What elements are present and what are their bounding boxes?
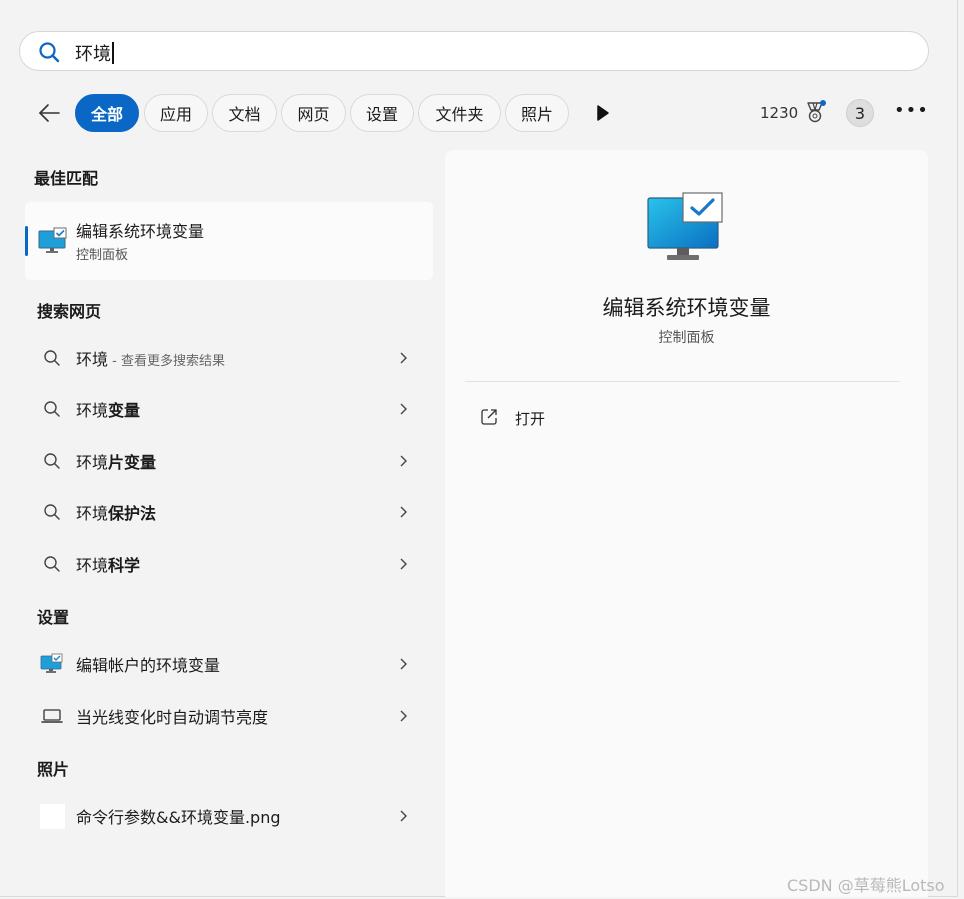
filter-chip-apps[interactable]: 应用 xyxy=(144,94,208,132)
photo-item[interactable]: 命令行参数&&环境变量.png xyxy=(25,792,433,840)
photo-item-label: 命令行参数&&环境变量.png xyxy=(76,808,281,827)
monitor-settings-icon xyxy=(40,653,63,673)
web-search-item[interactable]: 环境片变量 xyxy=(25,437,433,485)
query-text: 环境 xyxy=(76,401,109,420)
arrow-left-icon[interactable] xyxy=(36,100,62,126)
filter-chip-documents[interactable]: 文档 xyxy=(212,94,277,132)
suggestion-bold-text: 片变量 xyxy=(108,453,157,472)
chevron-right-icon xyxy=(400,506,407,518)
search-icon xyxy=(44,350,60,366)
best-match-item[interactable]: 编辑系统环境变量 控制面板 xyxy=(25,202,433,280)
settings-item-label: 编辑帐户的环境变量 xyxy=(76,656,221,675)
web-search-item[interactable]: 环境保护法 xyxy=(25,488,433,536)
filter-chip-photos[interactable]: 照片 xyxy=(505,94,569,132)
query-text: 环境 xyxy=(76,504,109,523)
suggestion-bold-text: 保护法 xyxy=(108,504,157,523)
search-query[interactable]: 环境 xyxy=(75,40,111,66)
web-search-heading: 搜索网页 xyxy=(37,302,102,321)
play-icon[interactable] xyxy=(594,103,612,123)
detail-title: 编辑系统环境变量 xyxy=(602,296,771,320)
notification-count-badge[interactable]: 3 xyxy=(846,99,874,127)
suggestion-bold-text: 变量 xyxy=(108,401,141,420)
chevron-right-icon xyxy=(400,810,407,822)
web-search-text: 环境变量 xyxy=(76,397,140,421)
filter-chip-settings[interactable]: 设置 xyxy=(350,94,414,132)
laptop-icon xyxy=(41,709,63,723)
watermark: CSDN @草莓熊Lotso xyxy=(787,876,945,895)
web-search-text: 环境保护法 xyxy=(76,500,156,524)
see-more-hint: - 查看更多搜索结果 xyxy=(108,354,225,369)
system-properties-icon xyxy=(38,227,67,253)
web-search-text: 环境科学 xyxy=(76,552,140,576)
web-search-text: 环境片变量 xyxy=(76,449,156,473)
open-action-label: 打开 xyxy=(515,410,546,428)
chevron-right-icon xyxy=(400,455,407,467)
photos-heading: 照片 xyxy=(37,760,70,779)
web-search-item[interactable]: 环境科学 xyxy=(25,540,433,588)
chevron-right-icon xyxy=(400,710,407,722)
open-external-icon xyxy=(481,409,497,425)
best-match-heading: 最佳匹配 xyxy=(34,169,99,188)
chevron-right-icon xyxy=(400,658,407,670)
search-icon xyxy=(44,504,60,520)
image-thumbnail-icon xyxy=(40,803,65,829)
divider xyxy=(465,381,900,382)
text-caret xyxy=(112,42,114,64)
medal-icon[interactable] xyxy=(803,99,829,127)
search-icon xyxy=(39,42,60,63)
query-text: 环境 xyxy=(76,350,109,369)
open-action[interactable]: 打开 xyxy=(465,398,900,438)
detail-subtitle: 控制面板 xyxy=(658,330,715,346)
best-match-subtitle: 控制面板 xyxy=(76,248,129,263)
web-search-text: 环境 - 查看更多搜索结果 xyxy=(76,346,225,370)
search-window: 环境 全部 应用 文档 网页 设置 文件夹 照片 1230 3 ••• 最佳匹配 xyxy=(0,0,958,897)
selection-indicator xyxy=(25,226,28,256)
ellipsis-icon[interactable]: ••• xyxy=(894,100,928,126)
chevron-right-icon xyxy=(400,403,407,415)
settings-heading: 设置 xyxy=(37,608,70,627)
settings-item-label: 当光线变化时自动调节亮度 xyxy=(76,708,269,727)
suggestion-bold-text: 科学 xyxy=(108,556,141,575)
detail-panel: 编辑系统环境变量 控制面板 打开 xyxy=(445,150,928,897)
search-box[interactable]: 环境 xyxy=(19,31,929,71)
search-icon xyxy=(44,556,60,572)
search-icon xyxy=(44,401,60,417)
web-search-item[interactable]: 环境变量 xyxy=(25,385,433,433)
best-match-title: 编辑系统环境变量 xyxy=(76,222,205,241)
search-input[interactable]: 环境 xyxy=(75,40,114,66)
filter-chip-web[interactable]: 网页 xyxy=(281,94,346,132)
web-search-item[interactable]: 环境 - 查看更多搜索结果 xyxy=(25,334,433,382)
query-text: 环境 xyxy=(76,453,109,472)
filter-chip-folders[interactable]: 文件夹 xyxy=(418,94,501,132)
system-properties-icon xyxy=(647,192,723,260)
settings-item[interactable]: 当光线变化时自动调节亮度 xyxy=(25,692,433,740)
rewards-points: 1230 xyxy=(760,104,799,122)
query-text: 环境 xyxy=(76,556,109,575)
filter-chip-all[interactable]: 全部 xyxy=(75,94,139,132)
search-icon xyxy=(44,453,60,469)
settings-item[interactable]: 编辑帐户的环境变量 xyxy=(25,640,433,688)
chevron-right-icon xyxy=(400,558,407,570)
chevron-right-icon xyxy=(400,352,407,364)
